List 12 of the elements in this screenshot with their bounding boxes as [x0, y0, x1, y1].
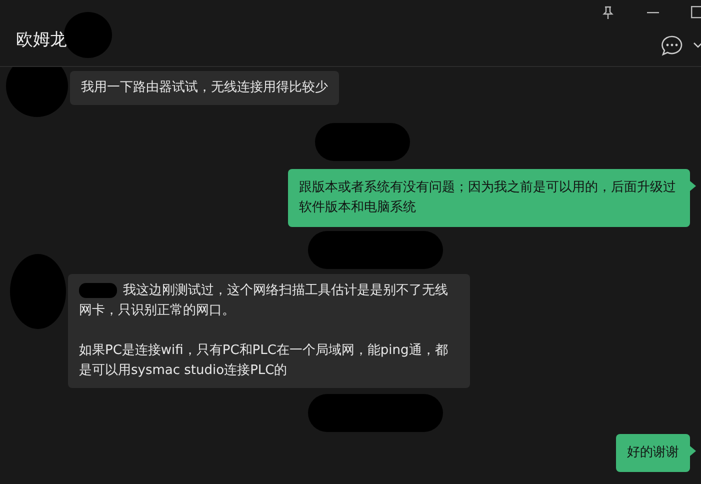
message-text: 如果PC是连接wifi，只有PC和PLC在一个局域网，能ping通，都是可以用sysmac studio连接PLC的	[79, 342, 449, 380]
pin-icon[interactable]	[602, 6, 614, 20]
message-text: 好的谢谢	[627, 445, 679, 460]
maximize-icon[interactable]	[691, 6, 701, 19]
minimize-icon[interactable]	[647, 12, 659, 14]
message-text: 跟版本或者系统有没有问题；因为我之前是可以用的，后面升级过软件版本和电脑系统	[299, 180, 676, 215]
message-text: 我用一下路由器试试，无线连接用得比较少	[81, 80, 328, 95]
chat-title: 欧姆龙	[16, 29, 67, 52]
message-text: 我这边刚测试过，这个网络扫描工具估计是是别不了无线网卡，只识别正常的网口。	[79, 283, 448, 318]
chat-bubble-icon[interactable]	[661, 35, 683, 56]
chevron-down-icon[interactable]	[693, 42, 701, 48]
redaction-mark	[6, 67, 68, 117]
